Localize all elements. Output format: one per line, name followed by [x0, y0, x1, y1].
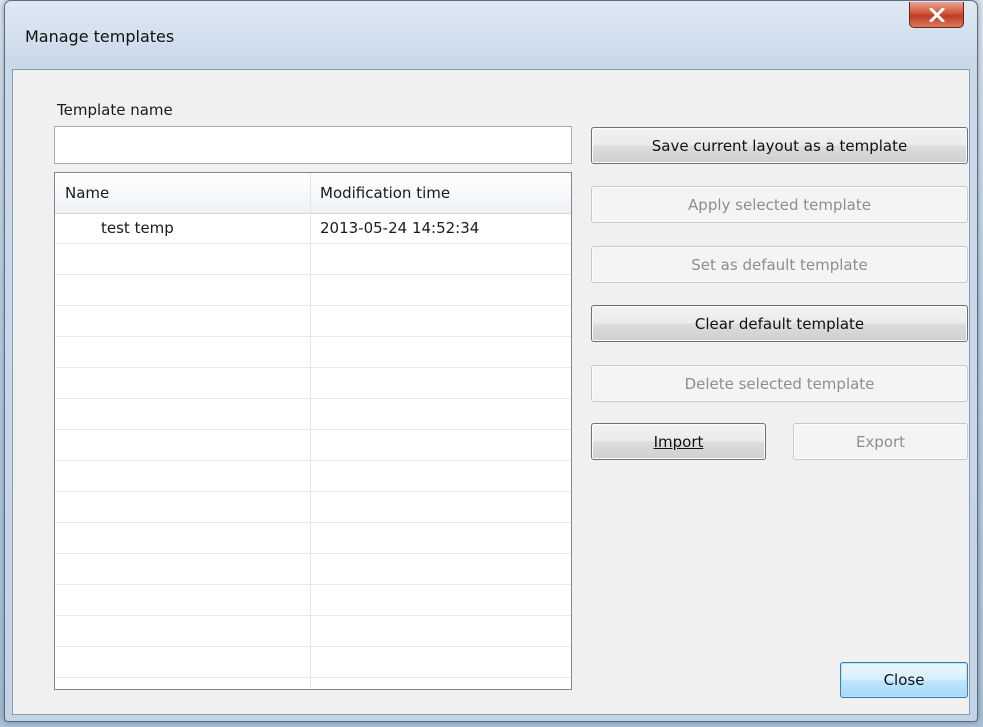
empty-cell: [311, 616, 571, 646]
empty-cell: [311, 430, 571, 460]
empty-cell: [55, 244, 311, 274]
empty-list-row: [55, 585, 571, 616]
empty-list-row: [55, 275, 571, 306]
column-header-name[interactable]: Name: [55, 173, 311, 213]
empty-list-row: [55, 337, 571, 368]
empty-cell: [311, 678, 571, 689]
empty-list-row: [55, 523, 571, 554]
empty-cell: [311, 275, 571, 305]
list-item-modification-time: 2013-05-24 14:52:34: [320, 219, 480, 237]
empty-cell: [311, 461, 571, 491]
list-item-name: test temp: [55, 213, 311, 243]
empty-cell: [311, 368, 571, 398]
empty-list-row: [55, 616, 571, 647]
empty-cell: [55, 678, 311, 689]
empty-list-row: [55, 306, 571, 337]
empty-cell: [55, 554, 311, 584]
empty-list-row: [55, 399, 571, 430]
title-bar[interactable]: Manage templates: [5, 1, 977, 69]
close-button[interactable]: Close: [840, 662, 968, 698]
save-current-layout-button[interactable]: Save current layout as a template: [591, 127, 968, 164]
clear-default-template-button[interactable]: Clear default template: [591, 305, 968, 342]
empty-cell: [55, 275, 311, 305]
empty-cell: [311, 523, 571, 553]
empty-cell: [311, 492, 571, 522]
templates-list[interactable]: Name Modification time test temp 2013-05…: [54, 172, 572, 690]
empty-list-row: [55, 647, 571, 678]
template-name-input[interactable]: [54, 126, 572, 164]
empty-list-row: [55, 461, 571, 492]
list-header: Name Modification time: [55, 173, 571, 214]
export-button[interactable]: Export: [793, 423, 968, 460]
empty-cell: [55, 585, 311, 615]
empty-cell: [311, 306, 571, 336]
empty-list-row: [55, 492, 571, 523]
empty-list-row: [55, 554, 571, 585]
dialog-client-area: Template name Name Modification time tes…: [12, 69, 970, 715]
empty-cell: [55, 306, 311, 336]
apply-selected-template-button[interactable]: Apply selected template: [591, 186, 968, 223]
column-header-name-label: Name: [65, 184, 110, 202]
delete-selected-template-button[interactable]: Delete selected template: [591, 365, 968, 402]
empty-cell: [311, 647, 571, 677]
empty-cell: [55, 461, 311, 491]
import-button[interactable]: Import: [591, 423, 766, 460]
close-window-button[interactable]: [909, 2, 964, 28]
close-icon: [929, 7, 944, 22]
empty-cell: [55, 368, 311, 398]
empty-cell: [55, 492, 311, 522]
empty-cell: [55, 647, 311, 677]
column-header-modification-time[interactable]: Modification time: [311, 173, 571, 213]
template-name-label: Template name: [57, 101, 173, 119]
column-header-modification-time-label: Modification time: [320, 184, 451, 202]
empty-cell: [55, 430, 311, 460]
window-title: Manage templates: [25, 27, 175, 46]
list-item[interactable]: test temp 2013-05-24 14:52:34: [55, 213, 571, 244]
set-default-template-button[interactable]: Set as default template: [591, 246, 968, 283]
empty-list-row: [55, 368, 571, 399]
empty-cell: [55, 523, 311, 553]
empty-list-row: [55, 244, 571, 275]
empty-cell: [311, 585, 571, 615]
empty-cell: [55, 337, 311, 367]
empty-list-row: [55, 678, 571, 689]
empty-cell: [55, 399, 311, 429]
empty-cell: [311, 244, 571, 274]
empty-list-row: [55, 430, 571, 461]
empty-cell: [55, 616, 311, 646]
import-button-label: Import: [653, 432, 704, 451]
manage-templates-dialog: Manage templates Template name Name Modi…: [4, 0, 978, 722]
empty-cell: [311, 399, 571, 429]
empty-cell: [311, 337, 571, 367]
list-body: test temp 2013-05-24 14:52:34: [55, 213, 571, 689]
empty-cell: [311, 554, 571, 584]
